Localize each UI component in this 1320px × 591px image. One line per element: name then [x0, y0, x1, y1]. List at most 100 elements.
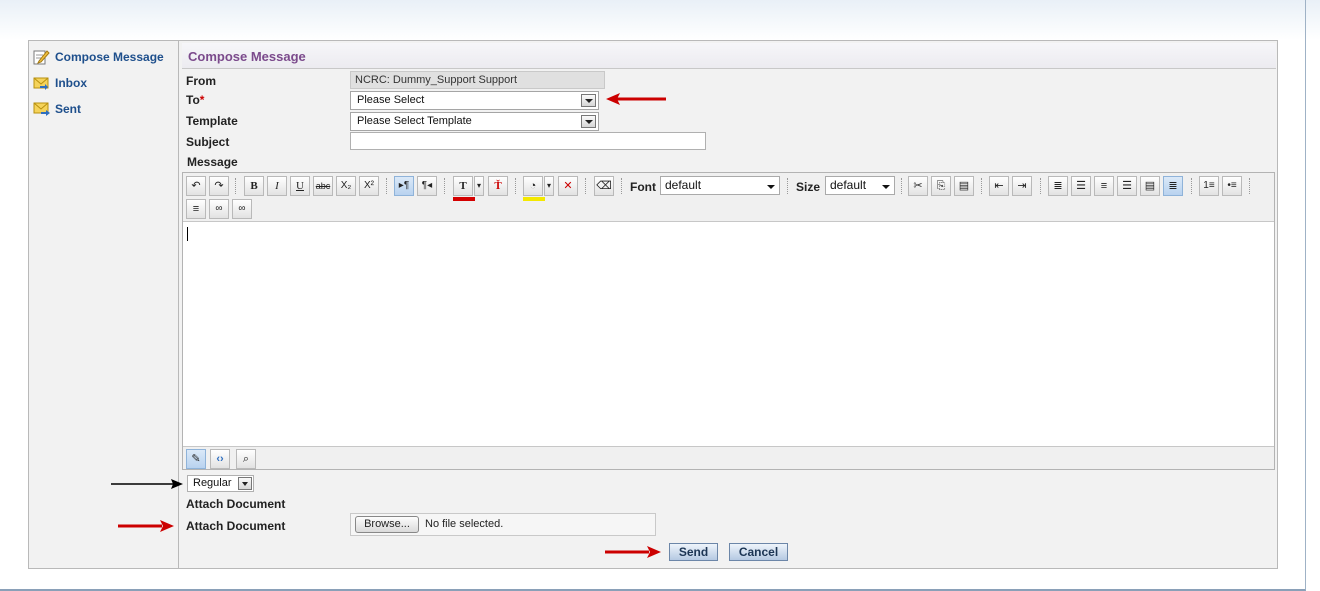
template-select-value: Please Select Template: [357, 115, 472, 127]
chevron-down-icon[interactable]: [581, 115, 596, 128]
message-label: Message: [187, 155, 238, 169]
browse-button[interactable]: Browse...: [355, 516, 419, 533]
align-right-icon[interactable]: ☰: [1117, 176, 1137, 196]
sidebar-item-label: Inbox: [55, 76, 87, 90]
copy-icon[interactable]: ⎘: [931, 176, 951, 196]
inbox-icon: [33, 75, 50, 91]
file-input[interactable]: Browse... No file selected.: [350, 513, 656, 536]
toolbar-separator: [444, 178, 445, 194]
annotation-arrow-icon: [111, 479, 183, 489]
highlight-color-swatch: [523, 197, 545, 201]
unordered-list-icon[interactable]: •≡: [1222, 176, 1242, 196]
to-select-value: Please Select: [357, 94, 425, 106]
page-title: Compose Message: [182, 43, 1276, 69]
font-label: Font: [630, 180, 656, 194]
redo-icon[interactable]: ↷: [209, 176, 229, 196]
align-center-icon[interactable]: ≡: [1094, 176, 1114, 196]
annotation-arrow-icon: [606, 93, 666, 105]
toolbar-separator: [515, 178, 516, 194]
text-color-button[interactable]: T: [453, 176, 473, 196]
html-mode-icon[interactable]: ‹›: [210, 449, 230, 469]
bold-button[interactable]: B: [244, 176, 264, 196]
send-button[interactable]: Send: [669, 543, 718, 561]
paragraph-icon[interactable]: ≣: [1048, 176, 1068, 196]
rtl-direction-icon[interactable]: ¶◂: [417, 176, 437, 196]
cancel-button[interactable]: Cancel: [729, 543, 788, 561]
template-select[interactable]: Please Select Template: [350, 112, 599, 131]
remove-highlight-icon[interactable]: ✕: [558, 176, 578, 196]
compose-form: Compose Message From NCRC: Dummy_Support…: [180, 41, 1277, 568]
strikethrough-button[interactable]: abc: [313, 176, 333, 196]
toolbar-separator: [235, 178, 236, 194]
annotation-arrow-icon: [605, 546, 661, 558]
sidebar-item-label: Compose Message: [55, 50, 164, 64]
toolbar-separator: [386, 178, 387, 194]
compose-panel: Compose Message Inbox Sent Compose Messa…: [28, 40, 1278, 569]
cut-icon[interactable]: ✂: [908, 176, 928, 196]
align-left-icon[interactable]: ☰: [1071, 176, 1091, 196]
chevron-down-icon[interactable]: [238, 477, 252, 490]
editor-toolbar: ↶ ↷ B I U abc X₂ X² ▸¶ ¶◂ T ▾ Ť ◔ ▾ ✕ ⌫ …: [183, 173, 1274, 221]
priority-select[interactable]: Regular: [187, 475, 254, 492]
sidebar-item-label: Sent: [55, 102, 82, 116]
toolbar-separator: [585, 178, 586, 194]
size-select[interactable]: default: [825, 176, 895, 195]
superscript-button[interactable]: X²: [359, 176, 379, 196]
chevron-down-icon[interactable]: ▾: [474, 176, 484, 196]
sent-icon: [33, 101, 50, 117]
remove-link-icon[interactable]: ∞: [232, 199, 252, 219]
to-label: To*: [186, 93, 204, 107]
annotation-arrow-icon: [118, 520, 174, 532]
from-label: From: [186, 74, 216, 88]
attach-document-label: Attach Document: [186, 497, 286, 511]
preview-mode-icon[interactable]: ⌕: [236, 449, 256, 469]
required-marker: *: [199, 93, 205, 107]
outdent-icon[interactable]: ⇤: [989, 176, 1009, 196]
text-color-swatch: [453, 197, 475, 201]
editor-mode-bar: ✎ ‹› ⌕: [183, 448, 1274, 470]
toolbar-separator: [981, 178, 982, 194]
sidebar-item-inbox[interactable]: Inbox: [33, 73, 87, 93]
chevron-down-icon[interactable]: ▾: [544, 176, 554, 196]
ltr-direction-icon[interactable]: ▸¶: [394, 176, 414, 196]
chevron-down-icon[interactable]: [581, 94, 596, 107]
sidebar-item-compose[interactable]: Compose Message: [33, 47, 164, 67]
ordered-list-icon[interactable]: 1≡: [1199, 176, 1219, 196]
rich-text-editor: ↶ ↷ B I U abc X₂ X² ▸¶ ¶◂ T ▾ Ť ◔ ▾ ✕ ⌫ …: [182, 172, 1275, 470]
undo-icon[interactable]: ↶: [186, 176, 206, 196]
insert-link-icon[interactable]: ∞: [209, 199, 229, 219]
align-justify-icon[interactable]: ▤: [1140, 176, 1160, 196]
toolbar-separator: [787, 178, 788, 194]
indent-icon[interactable]: ⇥: [1012, 176, 1032, 196]
subject-label: Subject: [186, 135, 230, 149]
to-select[interactable]: Please Select: [350, 91, 599, 110]
italic-button[interactable]: I: [267, 176, 287, 196]
size-label: Size: [796, 180, 821, 194]
subscript-button[interactable]: X₂: [336, 176, 356, 196]
paste-icon[interactable]: ▤: [954, 176, 974, 196]
text-caret: [187, 227, 188, 241]
toolbar-separator: [1040, 178, 1041, 194]
sidebar-item-sent[interactable]: Sent: [33, 99, 81, 119]
toolbar-separator: [901, 178, 902, 194]
subject-input[interactable]: [350, 132, 706, 150]
priority-select-value: Regular: [193, 477, 232, 489]
file-status: No file selected.: [425, 518, 504, 530]
highlight-color-icon[interactable]: ◔: [523, 176, 543, 196]
toolbar-separator: [621, 178, 622, 194]
design-mode-icon[interactable]: ✎: [186, 449, 206, 469]
template-label: Template: [186, 114, 238, 128]
underline-button[interactable]: U: [290, 176, 310, 196]
align-none-icon[interactable]: ≣: [1163, 176, 1183, 196]
horizontal-rule-icon[interactable]: ≡: [186, 199, 206, 219]
from-field: NCRC: Dummy_Support Support: [350, 71, 605, 89]
toolbar-separator: [1249, 178, 1250, 194]
toolbar-separator: [1191, 178, 1192, 194]
message-body[interactable]: [183, 221, 1274, 447]
remove-text-color-icon[interactable]: Ť: [488, 176, 508, 196]
attach-document-label: Attach Document: [186, 519, 286, 533]
eraser-icon[interactable]: ⌫: [594, 176, 614, 196]
font-select[interactable]: default: [660, 176, 780, 195]
to-label-text: To: [186, 93, 200, 107]
compose-icon: [33, 49, 50, 65]
